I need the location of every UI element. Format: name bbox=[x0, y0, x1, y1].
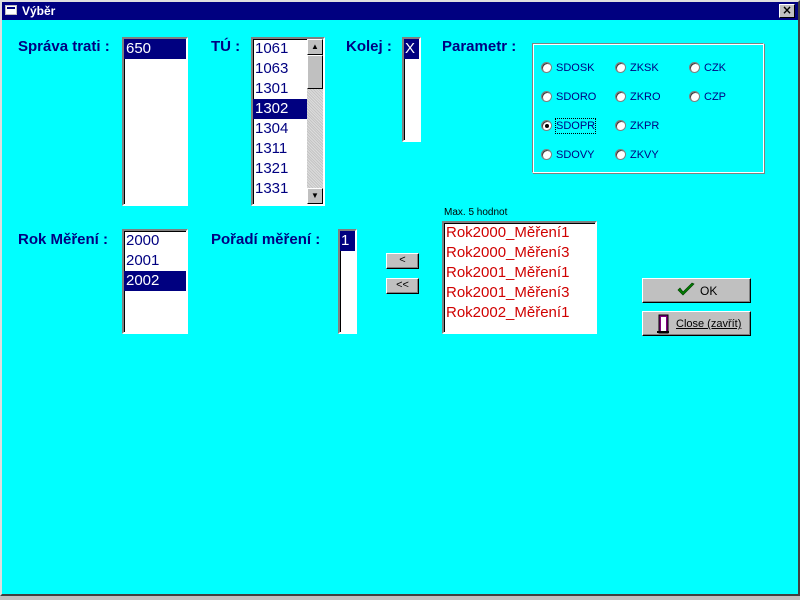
list-item[interactable]: Rok2001_Měření1 bbox=[444, 263, 595, 283]
kolej-label: Kolej : bbox=[346, 38, 392, 55]
radio-label: ZKVY bbox=[630, 149, 659, 161]
list-item[interactable]: 1301 bbox=[253, 79, 307, 99]
rok-mereni-label: Rok Měření : bbox=[18, 231, 109, 248]
radio-button-icon[interactable] bbox=[615, 149, 626, 160]
scroll-down-button[interactable]: ▼ bbox=[307, 188, 323, 204]
close-icon: × bbox=[781, 3, 793, 17]
close-button[interactable]: Close (zavřít) bbox=[642, 311, 751, 336]
door-exit-icon bbox=[657, 314, 669, 334]
radio-label: SDOSK bbox=[556, 62, 595, 74]
tu-listbox[interactable]: 1061 1063 1301 1302 1304 1311 1321 1331 … bbox=[251, 37, 325, 206]
list-item[interactable]: 1061 bbox=[253, 39, 307, 59]
radio-label: SDORO bbox=[556, 91, 597, 103]
arrow-down-icon: ▼ bbox=[311, 191, 319, 200]
move-all-button[interactable]: << bbox=[386, 278, 419, 294]
list-item[interactable]: Rok2000_Měření1 bbox=[444, 223, 595, 243]
list-item[interactable]: X bbox=[404, 39, 419, 59]
kolej-listbox[interactable]: X bbox=[402, 37, 421, 142]
radio-button-icon[interactable] bbox=[615, 120, 626, 131]
title-bar[interactable]: Výběr × bbox=[2, 2, 798, 20]
list-item[interactable]: Rok2000_Měření3 bbox=[444, 243, 595, 263]
rok-mereni-listbox[interactable]: 2000 2001 2002 bbox=[122, 229, 188, 334]
list-item[interactable]: Rok2002_Měření1 bbox=[444, 303, 595, 323]
list-item[interactable]: 2001 bbox=[124, 251, 186, 271]
scroll-up-button[interactable]: ▲ bbox=[307, 39, 323, 55]
list-item[interactable]: 1304 bbox=[253, 119, 307, 139]
max-values-hint: Max. 5 hodnot bbox=[444, 207, 508, 218]
close-window-button[interactable]: × bbox=[779, 4, 795, 18]
list-item[interactable]: 1331 bbox=[253, 179, 307, 199]
ok-button[interactable]: OK bbox=[642, 278, 751, 303]
list-item[interactable]: 1 bbox=[340, 231, 355, 251]
sprava-trati-label: Správa trati : bbox=[18, 38, 110, 55]
selected-values-listbox[interactable]: Rok2000_Měření1 Rok2000_Měření3 Rok2001_… bbox=[442, 221, 597, 334]
radio-button-checked-icon[interactable] bbox=[541, 120, 552, 131]
tu-scrollbar[interactable]: ▲ ▼ bbox=[307, 39, 323, 204]
scroll-thumb[interactable] bbox=[307, 55, 323, 89]
window-title: Výběr bbox=[22, 4, 56, 18]
parametr-label: Parametr : bbox=[442, 38, 517, 55]
radio-label: CZK bbox=[704, 62, 726, 74]
list-item[interactable]: 1321 bbox=[253, 159, 307, 179]
list-item[interactable]: 650 bbox=[124, 39, 186, 59]
radio-label: SDOVY bbox=[556, 149, 595, 161]
list-item[interactable]: 2002 bbox=[124, 271, 186, 291]
tu-label: TÚ : bbox=[211, 38, 241, 55]
close-label: Close (zavřít) bbox=[676, 318, 742, 330]
radio-button-icon[interactable] bbox=[541, 91, 552, 102]
radio-label: ZKPR bbox=[630, 120, 660, 132]
radio-button-icon[interactable] bbox=[689, 62, 700, 73]
list-item[interactable]: 1311 bbox=[253, 139, 307, 159]
radio-label: SDOPR bbox=[554, 118, 597, 134]
ok-label: OK bbox=[700, 284, 718, 298]
radio-button-icon[interactable] bbox=[541, 62, 552, 73]
radio-button-icon[interactable] bbox=[541, 149, 552, 160]
parametr-group: SDOSK ZKSK CZK SDORO ZKRO CZP SDOPR ZKPR… bbox=[532, 43, 764, 173]
radio-label: CZP bbox=[704, 91, 726, 103]
poradi-mereni-listbox[interactable]: 1 bbox=[338, 229, 357, 334]
window-icon[interactable] bbox=[5, 5, 17, 15]
move-one-button[interactable]: < bbox=[386, 253, 419, 269]
list-item[interactable]: 2000 bbox=[124, 231, 186, 251]
list-item[interactable]: 1063 bbox=[253, 59, 307, 79]
radio-label: ZKRO bbox=[630, 91, 661, 103]
vyber-dialog: Výběr × Správa trati : TÚ : Kolej : Para… bbox=[0, 0, 800, 596]
list-item[interactable]: 1302 bbox=[253, 99, 307, 119]
sprava-trati-listbox[interactable]: 650 bbox=[122, 37, 188, 206]
list-item[interactable]: Rok2001_Měření3 bbox=[444, 283, 595, 303]
poradi-mereni-label: Pořadí měření : bbox=[211, 231, 321, 248]
radio-button-icon[interactable] bbox=[689, 91, 700, 102]
radio-button-icon[interactable] bbox=[615, 62, 626, 73]
radio-button-icon[interactable] bbox=[615, 91, 626, 102]
arrow-up-icon: ▲ bbox=[311, 42, 319, 51]
checkmark-icon bbox=[677, 282, 695, 296]
radio-label: ZKSK bbox=[630, 62, 659, 74]
